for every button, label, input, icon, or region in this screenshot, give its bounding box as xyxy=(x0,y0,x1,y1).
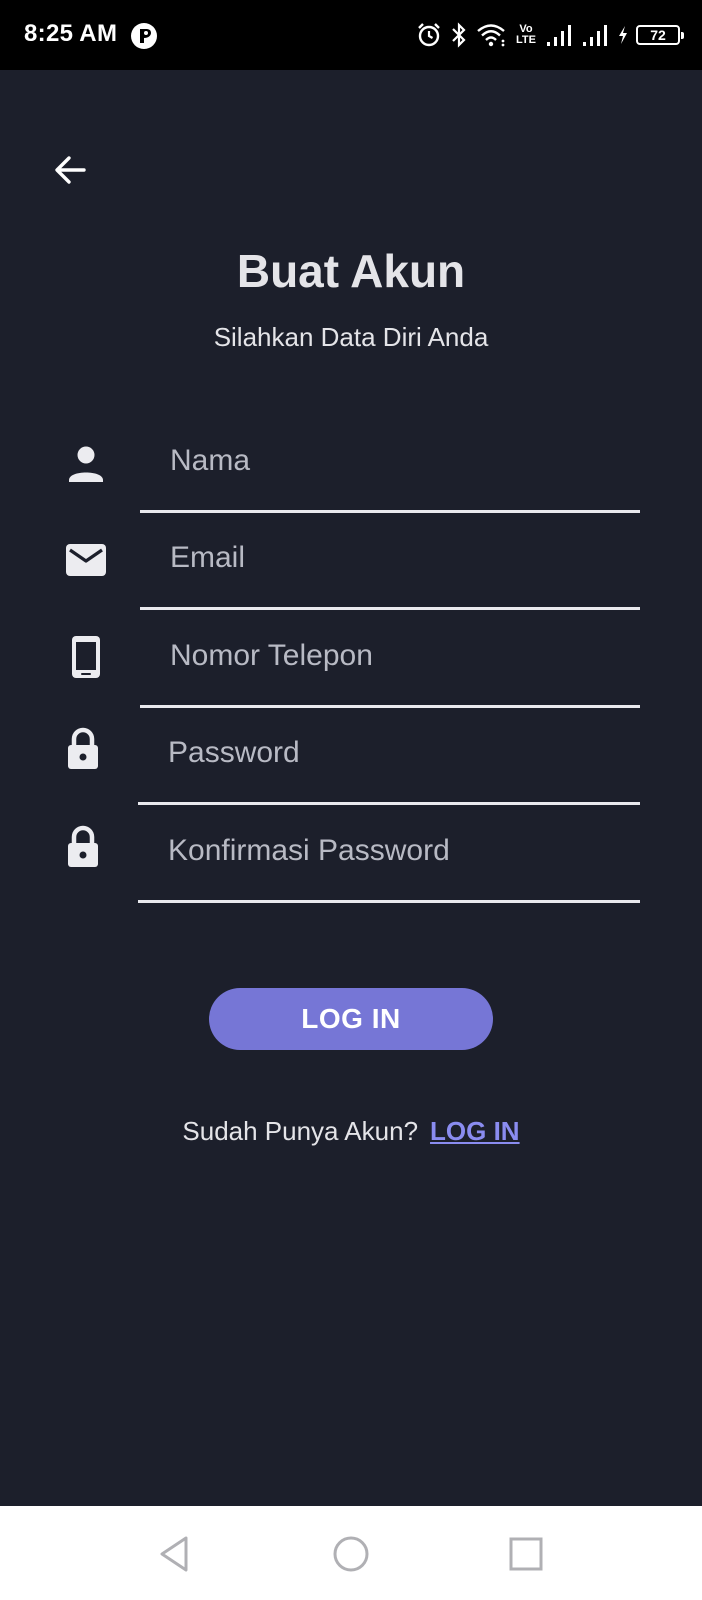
status-icons: Vo LTE 72 xyxy=(416,20,684,50)
battery-level: 72 xyxy=(650,27,666,43)
battery-icon: 72 xyxy=(636,25,684,45)
phone-field[interactable] xyxy=(140,626,640,708)
app-icon xyxy=(131,23,157,49)
wifi-icon xyxy=(477,24,505,47)
status-bar: 8:25 AM Vo LTE 72 xyxy=(0,0,702,70)
bluetooth-icon xyxy=(452,22,466,48)
nav-home-icon[interactable] xyxy=(329,1532,373,1576)
password-input[interactable] xyxy=(168,723,640,783)
password-underline xyxy=(138,802,640,805)
password-field[interactable] xyxy=(138,723,640,805)
email-field[interactable] xyxy=(140,528,640,610)
signal-icon xyxy=(583,25,607,46)
confirm-password-input[interactable] xyxy=(168,821,640,881)
name-underline xyxy=(140,510,640,513)
volte-indicator: Vo LTE xyxy=(514,24,538,46)
lock-icon xyxy=(68,825,98,867)
login-prompt-text: Sudah Punya Akun? xyxy=(182,1116,419,1146)
login-prompt: Sudah Punya Akun? LOG IN xyxy=(0,1116,702,1147)
phone-underline xyxy=(140,705,640,708)
lock-icon xyxy=(68,727,98,769)
email-underline xyxy=(140,607,640,610)
phone-input[interactable] xyxy=(170,626,640,686)
person-icon xyxy=(69,446,103,482)
name-field[interactable] xyxy=(140,431,640,513)
phone-icon xyxy=(72,636,100,678)
status-time: 8:25 AM xyxy=(24,20,118,47)
login-button[interactable]: LOG IN xyxy=(209,988,493,1050)
login-link[interactable]: LOG IN xyxy=(430,1116,520,1146)
charging-icon xyxy=(619,26,627,44)
confirm-password-underline xyxy=(138,900,640,903)
nav-back-icon[interactable] xyxy=(154,1532,198,1576)
arrow-left-icon[interactable] xyxy=(50,150,90,190)
name-input[interactable] xyxy=(170,431,640,491)
page-subtitle: Silahkan Data Diri Anda xyxy=(213,322,489,352)
page-title: Buat Akun xyxy=(236,245,466,297)
nav-recents-icon[interactable] xyxy=(504,1532,548,1576)
alarm-icon xyxy=(418,23,440,47)
mail-icon xyxy=(66,544,106,576)
signal-icon xyxy=(547,25,571,46)
email-input[interactable] xyxy=(170,528,640,588)
system-nav-bar xyxy=(0,1506,702,1600)
confirm-password-field[interactable] xyxy=(138,821,640,903)
volte-bottom-label: LTE xyxy=(516,34,536,46)
